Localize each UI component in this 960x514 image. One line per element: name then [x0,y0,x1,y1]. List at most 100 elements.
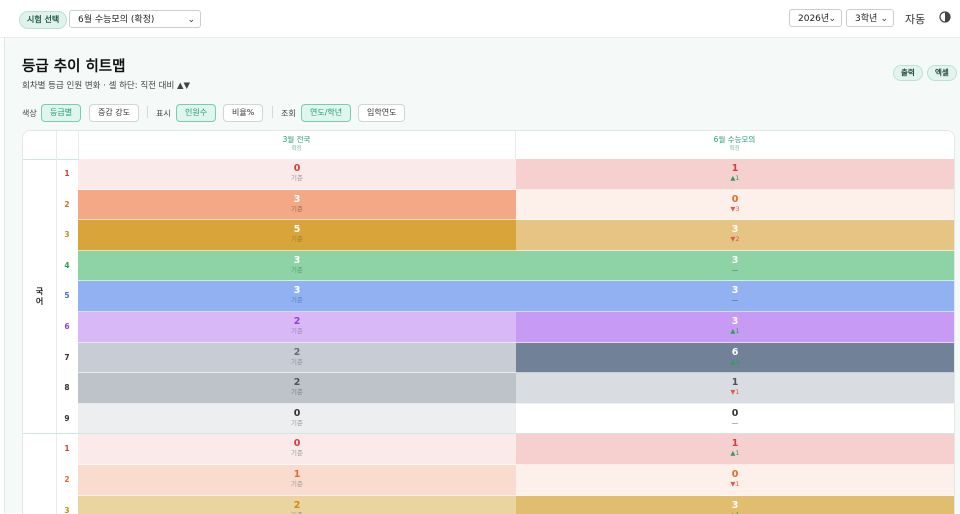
cell-delta: 기준 [291,449,303,458]
print-button[interactable]: 출력 [893,65,923,81]
cell-count: 3 [731,316,739,327]
exam-select-value: 6월 수능모의 (확정) [78,15,155,25]
cell-delta: 기준 [291,174,303,182]
cell-delta: 기준 [291,418,303,427]
heatmap-cell-march[interactable]: 3 기준 [78,250,516,282]
heatmap-cell-march[interactable]: 3 기준 [78,189,516,221]
cell-count: 0 [293,407,301,419]
exam-select[interactable]: 6월 수능모의 (확정) ⌄ [69,10,201,28]
cell-count: 3 [293,193,301,205]
divider [147,106,148,118]
heatmap-cell-june[interactable]: 3— [516,250,954,282]
heatmap-table: 3월 전국 확정 6월 수능모의 확정 1 0 기준 1 ▲1 2 3 기준 0 ▼3 3 5 기준 3 ▼… [22,130,955,514]
cell-delta: ▼1 [730,388,740,397]
heatmap-cell-june[interactable]: 0 ▼1 [516,465,954,496]
theme-toggle-icon[interactable] [939,11,951,23]
cell-count: 0 [731,407,739,419]
grade-select[interactable]: 3학년 ⌄ [846,9,894,27]
heatmap-cell-june[interactable]: 1 ▼1 [516,373,954,404]
display-ratio-button[interactable]: 비율% [223,104,264,122]
heatmap-cell-march[interactable]: 1 기준 [78,465,516,496]
grade-label: 3 [56,220,79,251]
cell-count: 3 [293,254,301,266]
cell-count: 3 [293,285,301,297]
view-year-button[interactable]: 연도/학년 [301,104,352,122]
heatmap-cell-march[interactable]: 5 기준 [78,220,516,251]
grade-label: 3 [56,495,79,514]
chevron-down-icon: ⌄ [187,15,195,25]
grade-label: 5 [56,281,79,312]
header-divider [56,131,57,159]
cell-count: 0 [293,163,301,174]
cell-count: 2 [293,316,301,327]
heatmap-cell-june[interactable]: 1 ▲1 [516,159,954,190]
chevron-down-icon: ⌄ [880,14,888,24]
heatmap-cell-march[interactable]: 2기준 [78,373,516,404]
divider [272,106,273,118]
cell-count: 3 [731,499,739,511]
grade-label: 8 [56,373,79,404]
heatmap-cell-march[interactable]: 2기준 [78,342,516,374]
excel-button[interactable]: 엑셀 [927,65,957,81]
heatmap-cell-march[interactable]: 0 기준 [78,403,516,435]
subject-cell [23,434,57,514]
grade-select-value: 3학년 [855,14,878,24]
heatmap-cell-june[interactable]: 6 ▲4 [516,342,954,374]
cell-count: 1 [731,163,739,174]
cell-delta: ▼1 [730,480,740,488]
column-name: 3월 전국 [282,135,311,144]
cell-count: 2 [293,499,301,511]
cell-delta: 기준 [291,327,303,335]
cell-delta: ▲1 [516,511,954,514]
column-name: 6월 수능모의 [713,135,756,144]
auto-theme-button[interactable]: 자동 [905,11,925,27]
cell-count: 6 [731,346,739,358]
table-header: 3월 전국 확정 6월 수능모의 확정 [23,131,954,160]
grade-label: 2 [56,465,79,496]
display-count-button[interactable]: 인원수 [176,104,217,122]
color-by-grade-button[interactable]: 등급별 [41,104,82,122]
cell-delta: ▲1 [730,327,740,335]
column-status: 확정 [291,146,302,152]
page-title: 등급 추이 히트맵 [22,59,126,75]
cell-count: 5 [293,224,301,236]
grade-label: 1 [56,159,79,190]
cell-count: 3 [731,254,739,266]
heatmap-cell-march[interactable]: 2기준 [78,495,516,514]
cell-delta: ▲1 [730,449,740,458]
top-bar: 시험 선택 6월 수능모의 (확정) ⌄ 2026년 ⌄ 3학년 ⌄ 자동 [0,0,960,38]
heatmap-cell-march[interactable]: 0 기준 [78,434,516,465]
heatmap-cell-june[interactable]: 3▲1 [516,495,954,514]
cell-delta: — [731,296,739,305]
chevron-down-icon: ⌄ [828,14,836,24]
view-label: 조회 [281,109,296,118]
cell-count: 0 [293,438,301,450]
heatmap-cell-june[interactable]: 0— [516,403,954,435]
cell-delta: ▲4 [730,357,740,366]
grade-label: 6 [56,312,79,343]
grade-label: 1 [56,434,79,465]
color-label: 색상 [22,109,37,118]
heatmap-cell-march[interactable]: 2기준 [78,312,516,343]
exam-select-label: 시험 선택 [19,11,68,29]
view-entry-year-button[interactable]: 입학연도 [358,104,406,122]
cell-delta: ▲1 [730,174,740,182]
heatmap-cell-june[interactable]: 3▲1 [516,312,954,343]
heatmap-cell-june[interactable]: 0 ▼3 [516,189,954,221]
heatmap-cell-june[interactable]: 3— [516,281,954,312]
cell-delta: ▼3 [730,204,740,213]
heatmap-cell-june[interactable]: 3 ▼2 [516,220,954,251]
column-status: 확정 [729,146,740,152]
heatmap-cell-march[interactable]: 3 기준 [78,281,516,312]
grade-label: 2 [56,189,79,221]
year-select[interactable]: 2026년 ⌄ [789,9,842,27]
heatmap-cell-june[interactable]: 1 ▲1 [516,434,954,465]
page-subtitle: 회차별 등급 인원 변화 · 셀 하단: 직전 대비 ▲▼ [22,81,191,91]
heatmap-cell-march[interactable]: 0 기준 [78,159,516,190]
color-by-delta-button[interactable]: 증감 강도 [89,104,139,122]
cell-count: 3 [731,285,739,297]
cell-delta: 기준 [291,204,303,213]
cell-delta: — [731,418,739,427]
cell-count: 1 [731,377,739,389]
cell-delta: 기준 [291,265,303,274]
